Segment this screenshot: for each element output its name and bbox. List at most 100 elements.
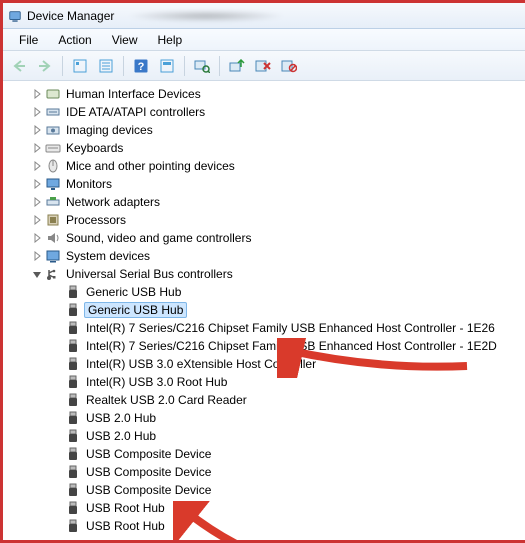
title-extra-blur — [126, 10, 286, 22]
usb-device-icon — [65, 320, 81, 336]
tree-device[interactable]: Generic USB Hub — [11, 301, 525, 319]
tree-category[interactable]: IDE ATA/ATAPI controllers — [11, 103, 525, 121]
tree-category[interactable]: Universal Serial Bus controllers — [11, 265, 525, 283]
device-label: Intel(R) USB 3.0 Root Hub — [84, 375, 229, 389]
device-label: USB Composite Device — [84, 465, 213, 479]
usb-device-icon — [65, 302, 81, 318]
expand-icon[interactable] — [31, 160, 43, 172]
category-label: System devices — [64, 249, 152, 263]
mouse-icon — [45, 158, 61, 174]
tree-device[interactable]: USB Composite Device — [11, 445, 525, 463]
tree-category[interactable]: Network adapters — [11, 193, 525, 211]
toolbar: ? — [3, 51, 525, 81]
imaging-icon — [45, 122, 61, 138]
menu-action[interactable]: Action — [48, 31, 101, 49]
expand-icon[interactable] — [31, 196, 43, 208]
tree-device[interactable]: USB 2.0 Hub — [11, 427, 525, 445]
expand-icon[interactable] — [31, 88, 43, 100]
device-label: Intel(R) 7 Series/C216 Chipset Family US… — [84, 321, 497, 335]
update-driver-button[interactable] — [225, 54, 249, 78]
tree-category[interactable]: Monitors — [11, 175, 525, 193]
toolbar-separator — [184, 56, 185, 76]
usb-device-icon — [65, 518, 81, 534]
tree-category[interactable]: Keyboards — [11, 139, 525, 157]
tree-category[interactable]: Processors — [11, 211, 525, 229]
toolbar-separator — [123, 56, 124, 76]
device-label: USB Root Hub — [84, 519, 167, 533]
tree-device[interactable]: USB Root Hub — [11, 499, 525, 517]
device-manager-window: Device Manager File Action View Help ? — [0, 0, 525, 543]
forward-button — [33, 54, 57, 78]
tree-category[interactable]: Sound, video and game controllers — [11, 229, 525, 247]
tree-device[interactable]: USB 2.0 Hub — [11, 409, 525, 427]
tree-device[interactable]: USB Root Hub — [11, 517, 525, 535]
tree-device[interactable]: USB Composite Device — [11, 481, 525, 499]
usb-device-icon — [65, 338, 81, 354]
category-label: Processors — [64, 213, 128, 227]
category-label: Universal Serial Bus controllers — [64, 267, 235, 281]
expand-icon[interactable] — [31, 178, 43, 190]
expand-icon[interactable] — [31, 214, 43, 226]
usb-device-icon — [65, 500, 81, 516]
menubar: File Action View Help — [3, 29, 525, 51]
tree-category[interactable]: Human Interface Devices — [11, 85, 525, 103]
device-label: USB Composite Device — [84, 447, 213, 461]
tree-device[interactable]: Intel(R) USB 3.0 eXtensible Host Control… — [11, 355, 525, 373]
tree-category[interactable]: Imaging devices — [11, 121, 525, 139]
collapse-icon[interactable] — [31, 268, 43, 280]
tree-device[interactable]: Generic USB Hub — [11, 283, 525, 301]
menu-help[interactable]: Help — [148, 31, 193, 49]
menu-view[interactable]: View — [102, 31, 148, 49]
show-hidden-button[interactable] — [68, 54, 92, 78]
device-label: Generic USB Hub — [84, 285, 183, 299]
usb-controller-icon — [45, 266, 61, 282]
device-label: USB Composite Device — [84, 483, 213, 497]
expand-icon[interactable] — [31, 142, 43, 154]
disable-button[interactable] — [277, 54, 301, 78]
expand-icon[interactable] — [31, 124, 43, 136]
expand-icon[interactable] — [31, 106, 43, 118]
tree-device[interactable]: Intel(R) USB 3.0 Root Hub — [11, 373, 525, 391]
window-title: Device Manager — [27, 9, 114, 23]
device-label: USB Root Hub — [84, 501, 167, 515]
usb-device-icon — [65, 392, 81, 408]
category-label: Human Interface Devices — [64, 87, 203, 101]
hid-icon — [45, 86, 61, 102]
properties-button[interactable] — [94, 54, 118, 78]
tree-category[interactable]: Mice and other pointing devices — [11, 157, 525, 175]
tree-device[interactable]: Intel(R) 7 Series/C216 Chipset Family US… — [11, 337, 525, 355]
tree-device[interactable]: USB Composite Device — [11, 463, 525, 481]
category-label: Network adapters — [64, 195, 162, 209]
category-label: Imaging devices — [64, 123, 155, 137]
svg-text:?: ? — [138, 61, 145, 73]
expand-icon[interactable] — [31, 250, 43, 262]
titlebar: Device Manager — [3, 3, 525, 29]
usb-device-icon — [65, 428, 81, 444]
device-label: Realtek USB 2.0 Card Reader — [84, 393, 249, 407]
monitor-icon — [45, 176, 61, 192]
uninstall-button[interactable] — [251, 54, 275, 78]
usb-device-icon — [65, 446, 81, 462]
tree-category[interactable]: System devices — [11, 247, 525, 265]
expand-icon[interactable] — [31, 232, 43, 244]
scan-hardware-button[interactable] — [190, 54, 214, 78]
device-label: USB 2.0 Hub — [84, 411, 158, 425]
usb-device-icon — [65, 284, 81, 300]
keyboard-icon — [45, 140, 61, 156]
usb-device-icon — [65, 356, 81, 372]
device-label: Intel(R) USB 3.0 eXtensible Host Control… — [84, 357, 318, 371]
usb-device-icon — [65, 464, 81, 480]
category-label: Monitors — [64, 177, 114, 191]
cpu-icon — [45, 212, 61, 228]
usb-device-icon — [65, 374, 81, 390]
category-label: Keyboards — [64, 141, 125, 155]
category-label: Sound, video and game controllers — [64, 231, 253, 245]
tree-device[interactable]: Realtek USB 2.0 Card Reader — [11, 391, 525, 409]
help-button[interactable]: ? — [129, 54, 153, 78]
tree-device[interactable]: Intel(R) 7 Series/C216 Chipset Family US… — [11, 319, 525, 337]
menu-file[interactable]: File — [9, 31, 48, 49]
category-label: IDE ATA/ATAPI controllers — [64, 105, 207, 119]
options-button[interactable] — [155, 54, 179, 78]
device-label: Intel(R) 7 Series/C216 Chipset Family US… — [84, 339, 499, 353]
device-tree[interactable]: Human Interface Devices IDE ATA/ATAPI con… — [3, 81, 525, 540]
